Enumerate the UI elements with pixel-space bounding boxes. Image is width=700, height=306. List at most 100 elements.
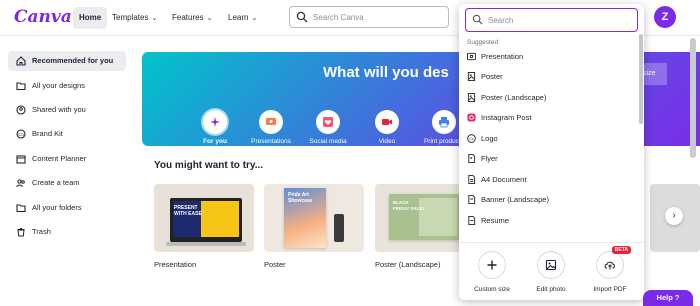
calendar-icon [16,155,26,164]
help-button[interactable]: Help ? [643,290,693,306]
avatar[interactable]: Z [654,6,676,28]
sidebar-item-label: Brand Kit [32,129,63,138]
dropdown-item-poster-landscape[interactable]: Poster (Landscape) [467,89,632,107]
create-design-dropdown: Search Suggested Presentation Poster Pos… [459,4,644,300]
suggestion-card-poster[interactable]: Pride Art Showcase Poster [264,184,364,269]
presentation-icon [266,118,276,125]
card-thumbnail: Pride Art Showcase [264,184,364,252]
sparkle-icon [210,117,220,127]
dropdown-item-presentation[interactable]: Presentation [467,48,632,66]
beta-badge: BETA [611,246,631,254]
sidebar-item-create-team[interactable]: Create a team [8,173,126,193]
folder-icon [16,82,26,91]
suggestion-card-presentation[interactable]: PRESENT WITH EASE Presentation [154,184,254,269]
nav-home[interactable]: Home [73,7,108,29]
nav-learn-label: Learn [228,13,249,22]
dropdown-item-a4-document[interactable]: A4 Document [467,171,632,189]
action-label: Edit photo [536,286,566,293]
image-icon [545,259,557,271]
dropdown-item-label: Flyer [481,154,498,163]
category-label: Presentations [251,138,291,145]
canva-logo[interactable]: Canva [14,7,72,27]
instagram-icon [467,113,476,122]
dropdown-item-resume[interactable]: Resume [467,212,632,230]
svg-text:Co: Co [469,137,474,141]
printer-icon [439,117,449,128]
sidebar-item-recommended[interactable]: Recommended for you [8,51,126,71]
search-placeholder: Search Canva [313,13,364,22]
sidebar-item-label: Recommended for you [32,56,114,65]
sidebar-item-label: All your folders [32,203,82,212]
folder-icon [16,204,26,213]
sidebar-item-label: Create a team [32,178,80,187]
card-thumbnail: PRESENT WITH EASE [154,184,254,252]
dropdown-item-label: Presentation [481,52,524,61]
video-icon [382,119,392,125]
presentation-icon [467,52,476,61]
dropdown-footer: Custom size Edit photo BETA Import PDF [459,242,644,300]
thumbnail-text: Pride Art Showcase [288,192,313,204]
banner-icon [468,195,476,204]
thumbnail-text: BLACK FRIDAY SALE! [393,200,425,211]
dropdown-item-banner-landscape[interactable]: Banner (Landscape) [467,191,632,209]
page-scrollbar[interactable] [690,38,696,158]
category-label: Social media [309,138,347,145]
custom-size-action[interactable]: Custom size [464,251,520,293]
chevron-down-icon: ⌄ [151,15,158,22]
search-input[interactable]: Search Canva [289,6,449,28]
brand-kit-icon: Co [16,129,26,139]
action-label: Custom size [474,286,510,293]
sidebar-item-content-planner[interactable]: Content Planner [8,149,126,169]
card-label: Presentation [154,260,197,269]
sidebar-item-all-designs[interactable]: All your designs [8,76,126,96]
sidebar-item-shared[interactable]: Shared with you [8,100,126,120]
search-icon [296,11,308,23]
sidebar-item-label: All your designs [32,81,85,90]
dropdown-item-label: Banner (Landscape) [481,195,549,204]
action-label: Import PDF [593,286,627,293]
category-for-you[interactable]: For you [188,110,242,145]
dropdown-search-input[interactable]: Search [465,8,638,32]
document-icon [468,175,476,184]
suggested-heading: Suggested [467,39,499,46]
dropdown-item-flyer[interactable]: Flyer [467,150,632,168]
dropdown-scrollbar[interactable] [639,34,643,124]
resume-icon [468,216,476,225]
sidebar-item-label: Content Planner [32,154,87,163]
team-icon [16,179,25,188]
category-social-media[interactable]: Social media [301,110,355,145]
sidebar-item-brand-kit[interactable]: Co Brand Kit [8,124,126,144]
trash-icon [17,228,25,237]
nav-templates[interactable]: Templates ⌄ [106,7,163,29]
poster-icon [467,72,476,81]
upload-icon [604,261,615,270]
category-video[interactable]: Video [360,110,414,145]
logo-icon: Co [467,134,476,143]
chevron-down-icon: ⌄ [251,15,258,22]
dropdown-item-logo[interactable]: Co Logo [467,130,632,148]
nav-features-label: Features [172,13,204,22]
dropdown-item-instagram-post[interactable]: Instagram Post [467,109,632,127]
category-presentations[interactable]: Presentations [244,110,298,145]
nav-home-label: Home [79,13,102,22]
search-icon [472,14,483,25]
dropdown-item-label: A4 Document [481,175,527,184]
sidebar-item-all-folders[interactable]: All your folders [8,198,126,218]
chevron-down-icon: ⌄ [206,15,213,22]
nav-features[interactable]: Features ⌄ [166,7,218,29]
sidebar-item-label: Trash [32,227,51,236]
edit-photo-action[interactable]: Edit photo [523,251,579,293]
people-icon [16,105,26,115]
svg-text:Co: Co [18,132,24,137]
heart-icon [323,117,333,127]
sidebar-item-trash[interactable]: Trash [8,222,126,242]
dropdown-item-label: Logo [481,134,498,143]
dropdown-item-poster[interactable]: Poster [467,68,632,86]
import-pdf-action[interactable]: BETA Import PDF [582,246,638,293]
hero-title: What will you des [323,64,449,81]
nav-learn[interactable]: Learn ⌄ [222,7,263,29]
sidebar-item-label: Shared with you [32,105,86,114]
dropdown-search-placeholder: Search [488,16,514,25]
poster-icon [467,93,476,102]
carousel-next-button[interactable]: › [665,207,683,225]
